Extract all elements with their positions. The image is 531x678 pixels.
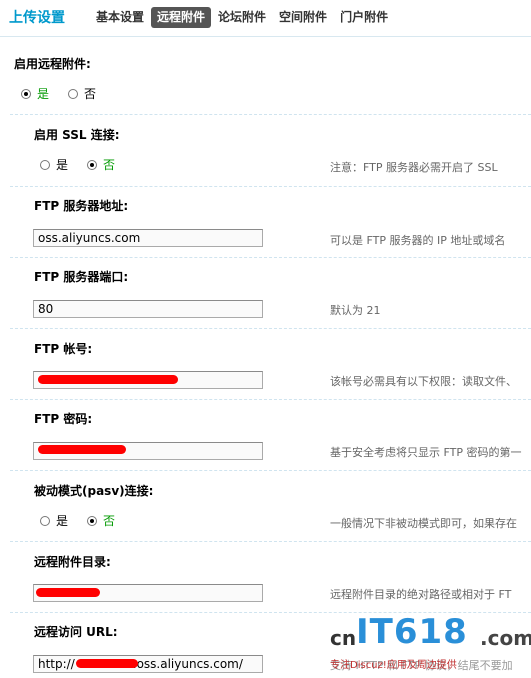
- row-divider: [10, 186, 531, 187]
- tab-portal-attachment[interactable]: 门户附件: [334, 7, 394, 28]
- redaction-mark: [38, 375, 178, 384]
- ssl-yes-option[interactable]: 是: [40, 156, 68, 173]
- remote-url-input[interactable]: http:// .oss.aliyuncs.com/: [33, 655, 263, 673]
- tab-space-attachment[interactable]: 空间附件: [273, 7, 333, 28]
- redaction-mark: [76, 659, 138, 668]
- tab-basic-settings[interactable]: 基本设置: [90, 7, 150, 28]
- radio-unchecked-icon[interactable]: [40, 515, 50, 526]
- row-divider: [10, 257, 531, 258]
- tab-bar: 基本设置 远程附件 论坛附件 空间附件 门户附件: [90, 7, 395, 28]
- radio-checked-icon[interactable]: [87, 159, 97, 170]
- remote-url-prefix: http://: [38, 657, 75, 671]
- remote-dir-label: 远程附件目录:: [34, 555, 111, 569]
- redaction-mark: [36, 588, 100, 597]
- ftp-host-hint: 可以是 FTP 服务器的 IP 地址或域名: [330, 234, 506, 247]
- pasv-no-label: 否: [103, 514, 116, 528]
- ssl-no-label: 否: [103, 158, 116, 172]
- pasv-no-option[interactable]: 否: [87, 512, 115, 529]
- row-divider: [10, 399, 531, 400]
- watermark-suffix: .com: [480, 626, 531, 650]
- ftp-account-label: FTP 帐号:: [34, 342, 93, 356]
- radio-unchecked-icon[interactable]: [68, 88, 78, 99]
- pasv-label: 被动模式(pasv)连接:: [34, 484, 154, 498]
- radio-unchecked-icon[interactable]: [40, 159, 50, 170]
- ftp-account-hint: 该帐号必需具有以下权限：读取文件、: [330, 375, 517, 388]
- ssl-hint: 注意：FTP 服务器必需开启了 SSL: [330, 161, 498, 174]
- enable-remote-label: 启用远程附件:: [14, 57, 91, 71]
- row-divider: [10, 541, 531, 542]
- page-title: 上传设置: [9, 10, 65, 26]
- tab-forum-attachment[interactable]: 论坛附件: [212, 7, 272, 28]
- radio-checked-icon[interactable]: [87, 515, 97, 526]
- ftp-port-hint: 默认为 21: [330, 304, 381, 317]
- pasv-yes-option[interactable]: 是: [40, 512, 68, 529]
- row-divider: [10, 114, 531, 115]
- remote-dir-hint: 远程附件目录的绝对路径或相对于 FT: [330, 588, 512, 601]
- row-divider: [10, 328, 531, 329]
- enable-remote-yes-label: 是: [37, 87, 50, 101]
- enable-remote-yes-option[interactable]: 是: [21, 85, 49, 102]
- watermark-tagline: 专注Discuz!应用及周边提供: [330, 660, 457, 671]
- pasv-yes-label: 是: [56, 514, 69, 528]
- ftp-port-input[interactable]: 80: [33, 300, 263, 318]
- ftp-host-input[interactable]: oss.aliyuncs.com: [33, 229, 263, 247]
- ftp-host-label: FTP 服务器地址:: [34, 199, 129, 213]
- header-divider: [0, 36, 531, 37]
- remote-url-suffix: .oss.aliyuncs.com/: [132, 657, 243, 671]
- tab-remote-attachment[interactable]: 远程附件: [151, 7, 212, 28]
- remote-url-label: 远程访问 URL:: [34, 625, 118, 639]
- radio-checked-icon[interactable]: [21, 88, 31, 99]
- enable-remote-no-option[interactable]: 否: [68, 85, 96, 102]
- watermark-cn: cn: [330, 626, 357, 650]
- ftp-password-label: FTP 密码:: [34, 412, 93, 426]
- enable-remote-no-label: 否: [84, 87, 97, 101]
- ssl-no-option[interactable]: 否: [87, 156, 115, 173]
- ssl-label: 启用 SSL 连接:: [34, 128, 120, 142]
- row-divider: [10, 470, 531, 471]
- site-watermark: cn IT618 .com 专注Discuz!应用及周边提供: [330, 612, 531, 678]
- watermark-brand: IT618: [356, 612, 468, 652]
- ftp-port-label: FTP 服务器端口:: [34, 270, 129, 284]
- top-header: 上传设置 基本设置 远程附件 论坛附件 空间附件 门户附件: [0, 0, 531, 37]
- ssl-yes-label: 是: [56, 158, 69, 172]
- redaction-mark: [38, 445, 126, 454]
- pasv-hint: 一般情况下非被动模式即可，如果存在: [330, 517, 517, 530]
- ftp-password-hint: 基于安全考虑将只显示 FTP 密码的第一: [330, 446, 522, 459]
